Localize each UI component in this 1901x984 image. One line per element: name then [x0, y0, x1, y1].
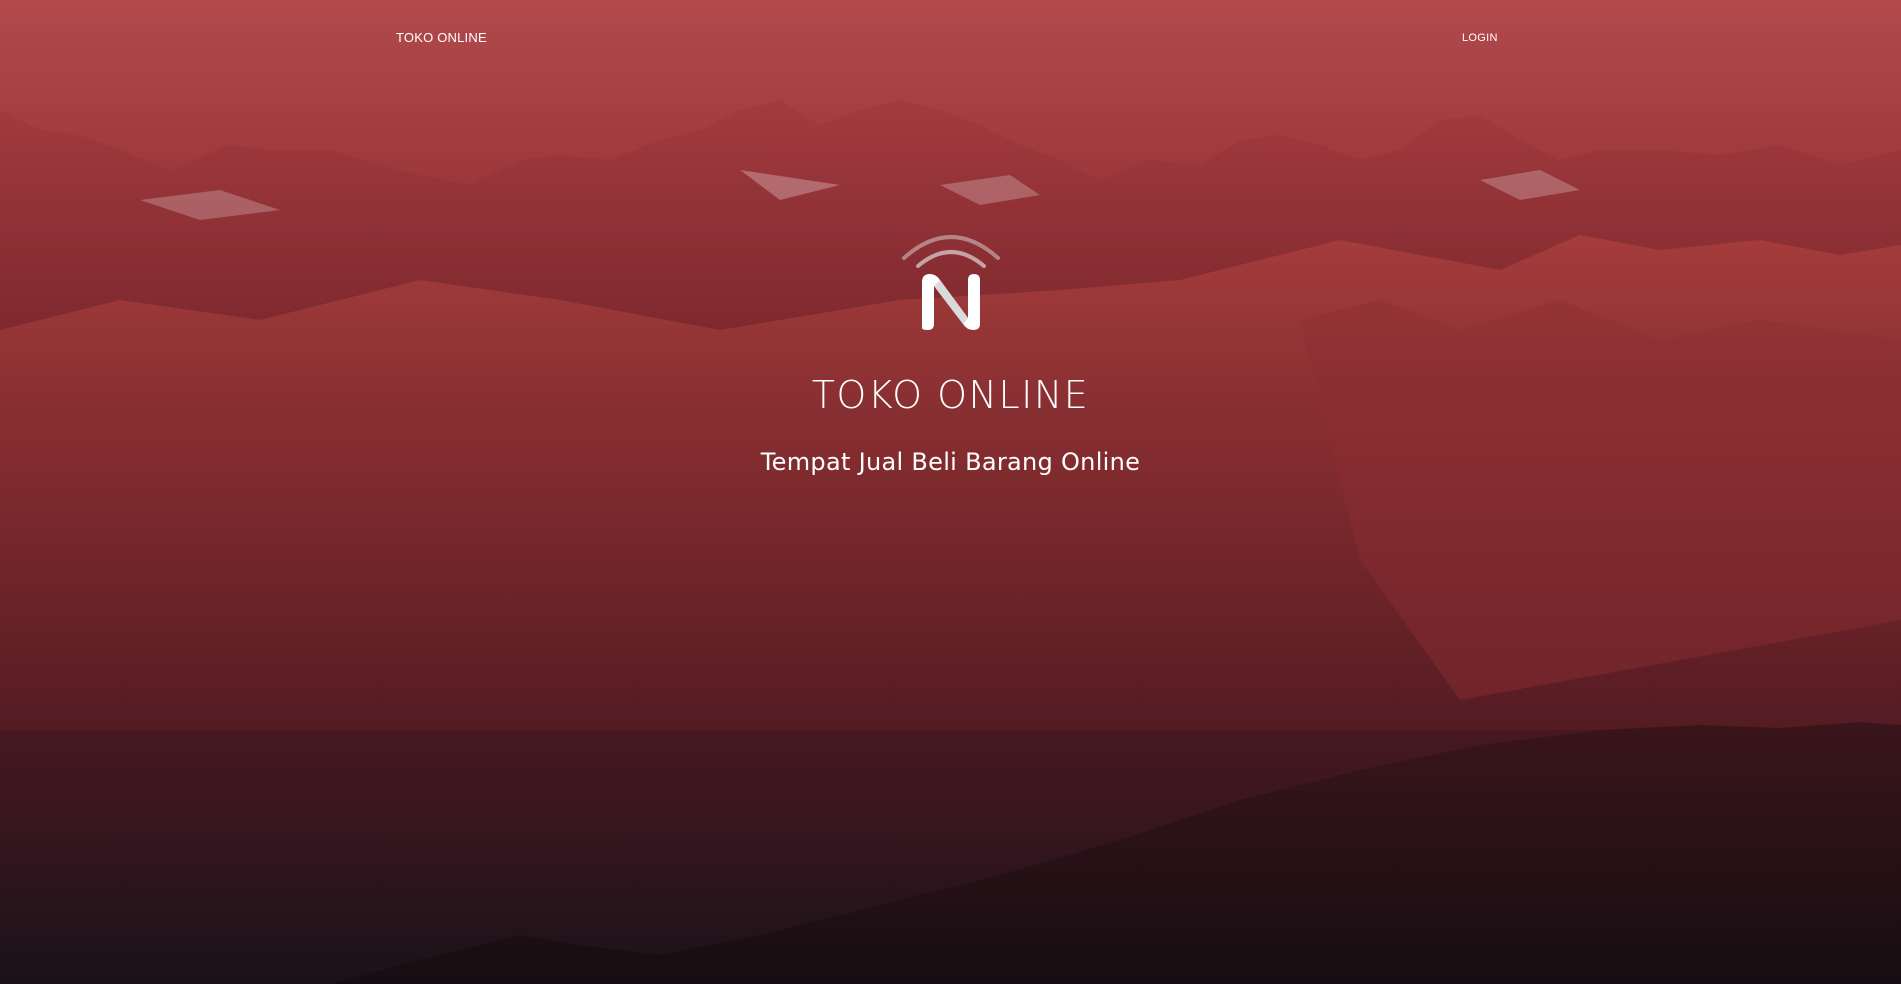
mountain-background [0, 100, 1901, 984]
landing-page: TOKO ONLINE LOGIN TOKO ONLINE Tempat Jua… [0, 0, 1901, 984]
n-signal-logo-icon [901, 235, 1000, 330]
near-hill [330, 722, 1901, 984]
brand-link[interactable]: TOKO ONLINE [396, 30, 487, 45]
hero-section: TOKO ONLINE Tempat Jual Beli Barang Onli… [0, 220, 1901, 474]
login-link[interactable]: LOGIN [1462, 32, 1498, 44]
hero-subtitle: Tempat Jual Beli Barang Online [760, 448, 1141, 476]
top-navbar: TOKO ONLINE LOGIN [0, 0, 1901, 80]
hero-title: TOKO ONLINE [811, 373, 1090, 417]
